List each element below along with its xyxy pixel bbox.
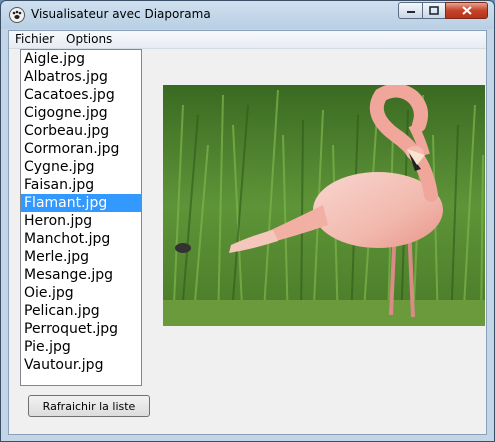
file-list-item[interactable]: Vautour.jpg — [21, 356, 141, 374]
file-list-item[interactable]: Aigle.jpg — [21, 50, 141, 68]
minimize-icon — [407, 10, 415, 13]
file-list-item[interactable]: Pie.jpg — [21, 338, 141, 356]
file-list-item[interactable]: Albatros.jpg — [21, 68, 141, 86]
file-list-item[interactable]: Manchot.jpg — [21, 230, 141, 248]
file-list-item[interactable]: Cigogne.jpg — [21, 104, 141, 122]
file-list-item[interactable]: Flamant.jpg — [21, 194, 141, 212]
paw-icon — [9, 7, 25, 23]
file-list-item[interactable]: Heron.jpg — [21, 212, 141, 230]
maximize-icon — [429, 6, 439, 15]
minimize-button[interactable] — [398, 2, 423, 19]
file-list-item[interactable]: Faisan.jpg — [21, 176, 141, 194]
flamingo-image — [163, 85, 485, 326]
refresh-list-button[interactable]: Rafraichir la liste — [28, 395, 150, 417]
app-window: Visualisateur avec Diaporama Fichier Opt… — [0, 0, 495, 442]
close-button[interactable] — [445, 2, 488, 19]
menu-bar: Fichier Options — [9, 31, 486, 49]
file-list-item[interactable]: Pelican.jpg — [21, 302, 141, 320]
close-icon — [461, 6, 472, 15]
file-list-item[interactable]: Corbeau.jpg — [21, 122, 141, 140]
client-area: Fichier Options Aigle.jpg Albatros.jpg Cac… — [8, 30, 487, 435]
file-list-item[interactable]: Cormoran.jpg — [21, 140, 141, 158]
file-list-item[interactable]: Merle.jpg — [21, 248, 141, 266]
maximize-button[interactable] — [422, 2, 446, 19]
window-title: Visualisateur avec Diaporama — [31, 7, 211, 21]
file-list-item[interactable]: Cacatoes.jpg — [21, 86, 141, 104]
file-list-item[interactable]: Mesange.jpg — [21, 266, 141, 284]
file-list-item[interactable]: Cygne.jpg — [21, 158, 141, 176]
file-listbox[interactable]: Aigle.jpg Albatros.jpg Cacatoes.jpg Cigogne… — [20, 49, 142, 386]
menu-fichier[interactable]: Fichier — [15, 32, 54, 46]
file-list-item[interactable]: Perroquet.jpg — [21, 320, 141, 338]
menu-options[interactable]: Options — [66, 32, 112, 46]
file-list-item[interactable]: Oie.jpg — [21, 284, 141, 302]
title-bar[interactable]: Visualisateur avec Diaporama — [1, 1, 494, 29]
